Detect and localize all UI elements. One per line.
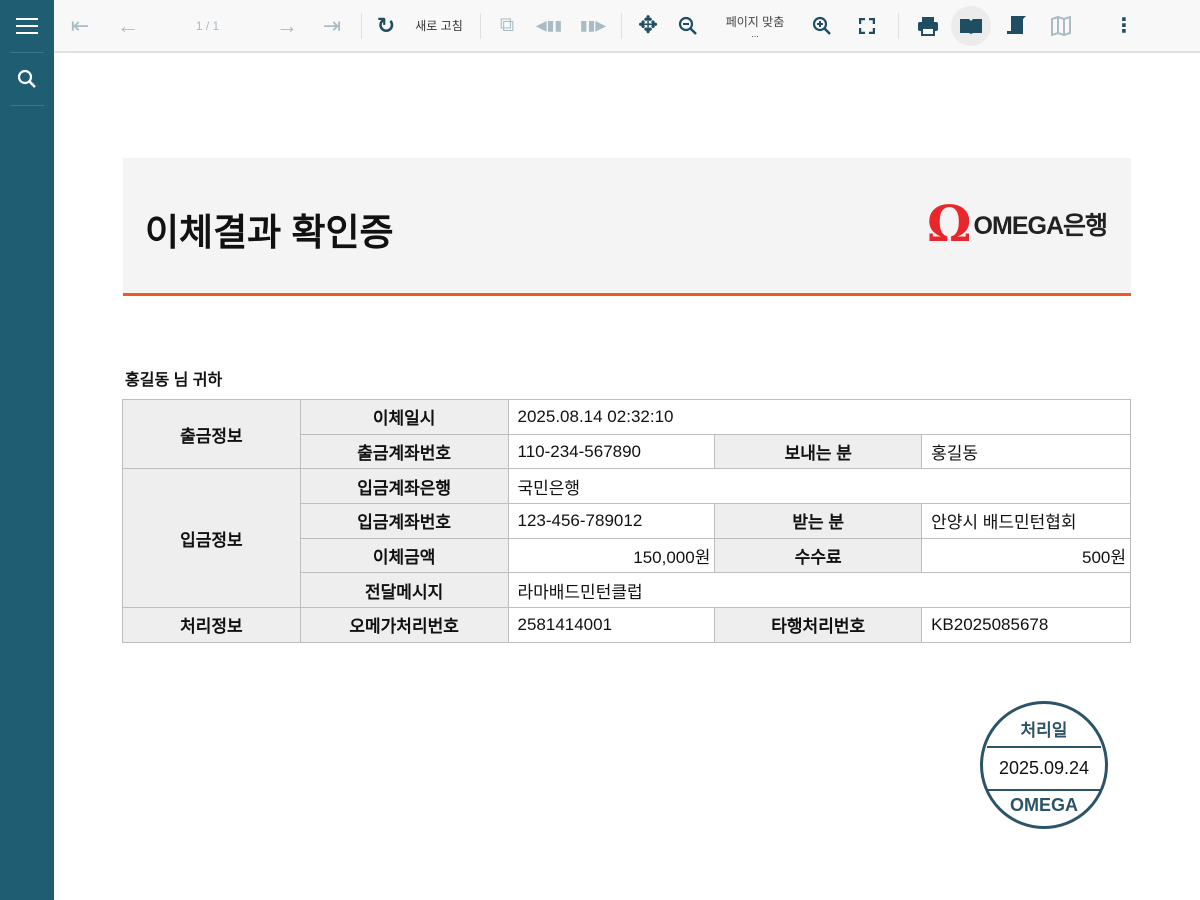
label-cell: 이체금액	[299, 537, 509, 574]
sidebar	[0, 0, 54, 900]
next-section-button[interactable]: ▮▮▶	[571, 6, 615, 46]
export-icon: ⧉	[499, 14, 515, 36]
label-cell: 오메가처리번호	[299, 607, 509, 643]
group-header: 출금정보	[122, 398, 301, 470]
label-cell: 타행처리번호	[714, 607, 923, 643]
menu-button[interactable]	[10, 0, 44, 53]
stamp-date: 2025.09.24	[998, 758, 1090, 778]
label-cell: 수수료	[714, 537, 923, 574]
label-cell: 입금계좌은행	[299, 468, 509, 505]
more-options-button[interactable]: ⋮	[1081, 6, 1167, 46]
search-button[interactable]	[10, 53, 44, 106]
zoom-out-icon	[678, 16, 697, 35]
table-row: 입금정보 입금계좌은행 국민은행	[122, 468, 1131, 609]
value-cell: 150,000원	[507, 537, 716, 574]
label-cell: 입금계좌번호	[299, 503, 509, 539]
group-header: 처리정보	[122, 607, 301, 643]
processing-date-stamp: 처리일 2025.09.24 OMEGA	[980, 701, 1108, 829]
hamburger-icon	[16, 18, 38, 34]
skip-back-icon: ◀▮▮	[535, 17, 563, 33]
first-page-icon: ⇤	[70, 12, 90, 38]
divider	[361, 12, 362, 39]
label-cell: 보내는 분	[714, 433, 923, 470]
value-cell: 2025.08.14 02:32:10	[507, 399, 1131, 435]
value-cell: 국민은행	[507, 468, 1131, 505]
zoom-in-button[interactable]	[802, 6, 842, 46]
arrow-left-icon: ←	[117, 12, 139, 38]
value-cell: 500원	[921, 537, 1131, 574]
pan-button[interactable]: ✥	[628, 6, 668, 46]
last-page-icon: ⇥	[322, 12, 342, 38]
zoom-out-button[interactable]	[668, 6, 708, 46]
stamp-bank-name: OMEGA	[1009, 795, 1078, 815]
export-button[interactable]: ⧉	[487, 6, 527, 46]
divider	[621, 12, 622, 39]
value-cell: 110-234-567890	[507, 433, 716, 470]
label-cell: 출금계좌번호	[299, 433, 509, 470]
label-cell: 전달메시지	[299, 572, 509, 609]
zoom-in-icon	[812, 16, 831, 35]
label-cell: 받는 분	[714, 503, 923, 539]
document-title: 이체결과 확인증	[145, 212, 394, 253]
skip-forward-icon: ▮▮▶	[579, 17, 607, 33]
book-icon	[960, 18, 982, 34]
fullscreen-icon	[859, 17, 875, 34]
refresh-icon: ↻	[376, 12, 396, 38]
next-page-button[interactable]: →	[265, 6, 309, 46]
value-cell: 2581414001	[507, 607, 716, 643]
table-row: 처리정보 오메가처리번호 2581414001 타행처리번호 KB2025085…	[122, 607, 1131, 643]
search-icon	[17, 69, 36, 88]
bank-logo: Ω OMEGA은행	[927, 194, 1108, 253]
prev-page-button[interactable]: ←	[106, 6, 150, 46]
document-header: 이체결과 확인증 Ω OMEGA은행	[123, 158, 1131, 296]
arrow-right-icon: →	[276, 12, 298, 38]
group-header: 입금정보	[122, 468, 301, 609]
zoom-value: 페이지 맞춤	[725, 15, 785, 29]
stamp-title: 처리일	[1020, 721, 1068, 740]
transfer-table: 출금정보 이체일시 2025.08.14 02:32:10 출금계좌번호 110…	[122, 398, 1131, 643]
toolbar: ⇤ ← 1 / 1 → ⇥ ↻ 새로 고침 ⧉ ◀▮▮ ▮▮▶ ✥ 페이지 맞춤…	[54, 0, 1200, 53]
refresh-label[interactable]: 새로 고침	[404, 6, 474, 46]
zoom-select[interactable]: 페이지 맞춤 ...	[708, 6, 802, 46]
last-page-button[interactable]: ⇥	[309, 6, 355, 46]
stamp-divider	[987, 789, 1101, 791]
fullscreen-button[interactable]	[842, 6, 892, 46]
zoom-more: ...	[751, 29, 759, 39]
value-cell: 홍길동	[921, 433, 1131, 470]
value-cell: 123-456-789012	[507, 503, 716, 539]
refresh-button[interactable]: ↻	[368, 6, 404, 46]
print-button[interactable]	[905, 6, 951, 46]
omega-logo-icon: Ω	[927, 194, 972, 253]
first-page-button[interactable]: ⇤	[54, 6, 106, 46]
map-view-button[interactable]	[1041, 6, 1081, 46]
move-icon: ✥	[637, 12, 659, 39]
printer-icon	[918, 16, 938, 36]
divider	[480, 12, 481, 39]
value-cell: KB2025085678	[921, 607, 1131, 643]
scroll-icon	[1007, 15, 1026, 34]
prev-section-button[interactable]: ◀▮▮	[527, 6, 571, 46]
table-row: 출금정보 이체일시 2025.08.14 02:32:10	[122, 398, 1131, 470]
scroll-view-button[interactable]	[991, 6, 1041, 46]
label-cell: 이체일시	[299, 399, 509, 435]
page-indicator[interactable]: 1 / 1	[150, 6, 265, 46]
recipient-line: 홍길동 님 귀하	[125, 372, 223, 389]
value-cell: 안양시 배드민턴협회	[921, 503, 1131, 539]
book-view-button[interactable]	[951, 5, 991, 46]
map-icon	[1051, 15, 1071, 36]
logo-text: OMEGA은행	[973, 212, 1108, 240]
more-vertical-icon: ⋮	[1114, 15, 1134, 37]
divider	[898, 12, 899, 39]
value-cell: 라마배드민턴클럽	[507, 572, 1131, 609]
